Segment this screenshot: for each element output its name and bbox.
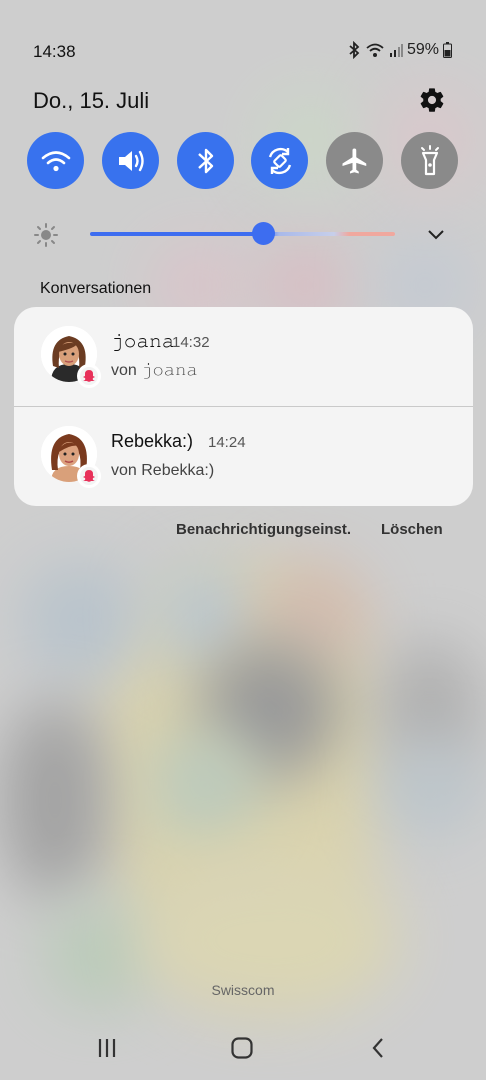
message-sender: 𝚓𝚘𝚊𝚗𝚊 (141, 362, 198, 379)
home-button[interactable] (222, 1034, 262, 1062)
brightness-icon (33, 222, 59, 253)
airplane-mode-toggle[interactable] (326, 132, 383, 189)
conversation-sender: Rebekka:) (111, 431, 194, 451)
brightness-slider[interactable] (90, 232, 395, 236)
wifi-icon (41, 150, 70, 171)
conversation-time: 14:32 (172, 334, 210, 351)
snapchat-ghost-icon (83, 470, 95, 482)
battery-icon (443, 42, 452, 58)
notification-actions: Benachrichtigungseinst. Löschen (0, 521, 486, 541)
wifi-icon (365, 42, 385, 58)
auto-rotate-toggle[interactable] (251, 132, 308, 189)
status-time: 14:38 (33, 42, 76, 61)
conversation-message: von Rebekka:) (111, 462, 214, 480)
signal-icon (389, 42, 403, 58)
snapchat-badge (77, 364, 101, 388)
message-prefix: von (111, 362, 142, 379)
carrier-label: Swisscom (211, 982, 275, 998)
battery-percent: 59% (406, 41, 439, 58)
status-bar: 14:38 59% (0, 36, 486, 66)
conversations-card: 𝚓𝚘𝚊𝚗𝚊 14:32 von 𝚓𝚘𝚊𝚗𝚊 Rebekka:) 14:24 vo… (14, 307, 473, 506)
flashlight-icon (420, 144, 439, 175)
message-prefix: von (111, 462, 142, 479)
conversation-notification[interactable]: Rebekka:) 14:24 von Rebekka:) (14, 407, 473, 506)
status-icons: 59% (347, 41, 452, 59)
chevron-down-icon[interactable] (426, 224, 446, 249)
sound-toggle[interactable] (102, 132, 159, 189)
home-icon (231, 1037, 253, 1059)
message-sender: Rebekka:) (141, 462, 215, 479)
recent-apps-icon (98, 1039, 116, 1057)
gear-icon (420, 88, 444, 112)
bluetooth-toggle[interactable] (177, 132, 234, 189)
wifi-toggle[interactable] (27, 132, 84, 189)
snapchat-ghost-icon (83, 370, 95, 382)
date-label: Do., 15. Juli (33, 88, 150, 113)
notification-settings-button[interactable]: Benachrichtigungseinst. (176, 521, 351, 538)
conversation-notification[interactable]: 𝚓𝚘𝚊𝚗𝚊 14:32 von 𝚓𝚘𝚊𝚗𝚊 (14, 307, 473, 406)
back-icon (372, 1038, 383, 1058)
snapchat-badge (77, 464, 101, 488)
brightness-slider-thumb[interactable] (252, 222, 276, 245)
airplane-icon (342, 148, 366, 173)
conversation-message: von 𝚓𝚘𝚊𝚗𝚊 (111, 362, 198, 380)
conversation-sender: 𝚓𝚘𝚊𝚗𝚊 (111, 331, 175, 351)
speaker-icon (118, 150, 144, 171)
bluetooth-icon (197, 148, 213, 173)
navigation-bar (0, 1030, 486, 1066)
flashlight-toggle[interactable] (401, 132, 458, 189)
rotate-icon (268, 147, 291, 174)
clear-button[interactable]: Löschen (381, 521, 443, 538)
back-button[interactable] (358, 1034, 398, 1062)
settings-button[interactable] (418, 86, 446, 114)
conversation-time: 14:24 (208, 434, 246, 451)
recent-apps-button[interactable] (87, 1034, 127, 1062)
conversations-heading: Konversationen (40, 280, 152, 297)
brightness-control (33, 220, 453, 250)
quick-settings-toggles (27, 132, 458, 190)
bluetooth-icon (347, 41, 361, 59)
